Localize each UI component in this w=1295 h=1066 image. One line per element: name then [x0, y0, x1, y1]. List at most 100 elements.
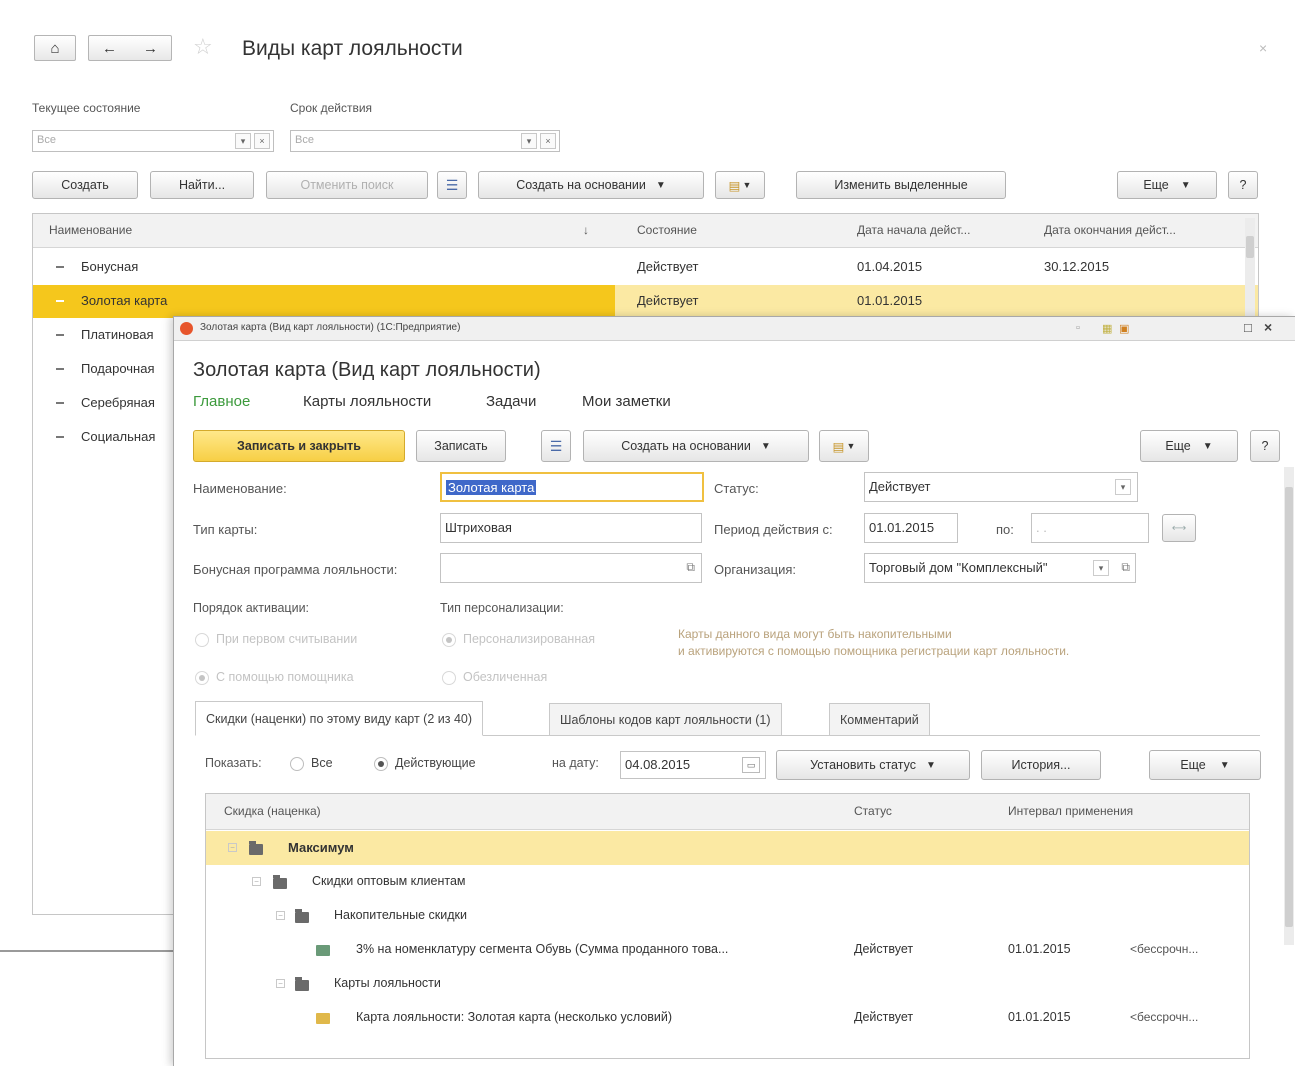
card-type-input[interactable]: Штриховая: [440, 513, 702, 543]
discount-row[interactable]: − Накопительные скидки: [206, 899, 1249, 933]
form-scrollbar[interactable]: [1284, 467, 1294, 945]
row-state: Действует: [637, 293, 699, 308]
column-header-status[interactable]: Статус: [854, 804, 892, 818]
change-selected-button[interactable]: Изменить выделенные: [796, 171, 1006, 199]
collapse-toggle-icon[interactable]: −: [228, 843, 237, 852]
discount-row[interactable]: Карта лояльности: Золотая карта (несколь…: [206, 1001, 1249, 1035]
discount-row[interactable]: − Скидки оптовым клиентам: [206, 865, 1249, 899]
show-active-radio[interactable]: [374, 757, 388, 771]
home-icon: ⌂: [50, 39, 60, 57]
organization-select[interactable]: Торговый дом "Комплексный" ▾ ⧉: [864, 553, 1136, 583]
dropdown-icon[interactable]: ▾: [1115, 479, 1131, 495]
more-button[interactable]: Еще ▼: [1140, 430, 1238, 462]
discounts-more-button[interactable]: Еще ▼: [1149, 750, 1261, 780]
create-based-on-button[interactable]: Создать на основании ▼: [478, 171, 704, 199]
window-titlebar[interactable]: Золотая карта (Вид карт лояльности) (1С:…: [174, 317, 1295, 341]
status-select[interactable]: Действует ▾: [864, 472, 1138, 502]
help-button[interactable]: ?: [1250, 430, 1280, 462]
save-button[interactable]: Записать: [416, 430, 506, 462]
find-button[interactable]: Найти...: [150, 171, 254, 199]
activation-first-read-radio[interactable]: [195, 633, 209, 647]
column-header-discount[interactable]: Скидка (наценка): [224, 804, 321, 818]
open-icon[interactable]: ⧉: [686, 560, 695, 575]
nav-tab-tasks[interactable]: Задачи: [486, 393, 536, 410]
period-to-input[interactable]: . .: [1031, 513, 1149, 543]
create-based-on-button[interactable]: Создать на основании ▼: [583, 430, 809, 462]
help-button[interactable]: ?: [1228, 171, 1258, 199]
column-header-name[interactable]: Наименование: [49, 223, 132, 237]
open-icon[interactable]: ⧉: [1121, 560, 1130, 575]
scroll-thumb[interactable]: [1285, 487, 1293, 927]
collapse-toggle-icon[interactable]: −: [252, 877, 261, 886]
period-filter-combo[interactable]: Все ▾ ×: [290, 130, 560, 152]
set-status-button[interactable]: Установить статус ▼: [776, 750, 970, 780]
personalized-radio[interactable]: [442, 633, 456, 647]
dropdown-icon[interactable]: ▾: [235, 133, 251, 149]
personalized-label: Персонализированная: [463, 632, 595, 646]
nav-tab-main[interactable]: Главное: [193, 393, 250, 410]
tab-code-templates[interactable]: Шаблоны кодов карт лояльности (1): [549, 703, 782, 736]
clear-icon[interactable]: ×: [254, 133, 270, 149]
table-row[interactable]: Бонусная Действует 01.04.2015 30.12.2015: [33, 251, 1258, 284]
period-from-input[interactable]: 01.01.2015: [864, 513, 958, 543]
date-input[interactable]: 04.08.2015 ▭: [620, 751, 766, 779]
activation-wizard-label: С помощью помощника: [216, 670, 354, 684]
table-row-selected[interactable]: Золотая карта Действует 01.01.2015: [33, 285, 1258, 318]
column-header-start[interactable]: Дата начала дейст...: [857, 223, 970, 237]
close-icon[interactable]: ×: [1264, 319, 1272, 335]
dropdown-icon[interactable]: ▾: [521, 133, 537, 149]
nav-tab-loyalty-cards[interactable]: Карты лояльности: [303, 393, 431, 410]
column-header-interval[interactable]: Интервал применения: [1008, 804, 1133, 818]
report-menu-button[interactable]: ▤ ▼: [819, 430, 869, 462]
tab-discounts[interactable]: Скидки (наценки) по этому виду карт (2 и…: [195, 701, 484, 736]
row-end: 30.12.2015: [1044, 259, 1110, 274]
create-button[interactable]: Создать: [32, 171, 138, 199]
collapse-toggle-icon[interactable]: −: [276, 911, 285, 920]
cancel-search-button[interactable]: Отменить поиск: [266, 171, 428, 199]
chevron-down-icon: ▼: [1180, 179, 1191, 191]
forward-arrow-icon[interactable]: →: [143, 40, 158, 57]
item-icon: [56, 334, 64, 336]
discount-name: Максимум: [288, 840, 354, 855]
anonymous-label: Обезличенная: [463, 670, 548, 684]
star-icon[interactable]: ☆: [193, 34, 213, 60]
column-header-end[interactable]: Дата окончания дейст...: [1044, 223, 1176, 237]
show-all-radio[interactable]: [290, 757, 304, 771]
close-icon[interactable]: ×: [1259, 40, 1267, 56]
discount-row[interactable]: − Максимум: [206, 831, 1249, 865]
back-arrow-icon[interactable]: ←: [102, 40, 117, 57]
maximize-icon[interactable]: □: [1244, 320, 1252, 335]
activation-wizard-radio[interactable]: [195, 671, 209, 685]
name-input[interactable]: Золотая карта: [440, 472, 704, 502]
folder-icon: [249, 841, 263, 855]
tab-comment[interactable]: Комментарий: [829, 703, 930, 736]
save-and-close-button[interactable]: Записать и закрыть: [193, 430, 405, 462]
list-settings-button[interactable]: ☰: [541, 430, 571, 462]
row-name: Платиновая: [81, 327, 154, 342]
calendar-icon[interactable]: ▭: [742, 757, 760, 773]
more-button[interactable]: Еще ▼: [1117, 171, 1217, 199]
discount-row[interactable]: − Карты лояльности: [206, 967, 1249, 1001]
card-type-value: Штриховая: [445, 520, 512, 535]
calendar-icon[interactable]: ▣: [1119, 322, 1129, 335]
state-filter-combo[interactable]: Все ▾ ×: [32, 130, 274, 152]
list-settings-button[interactable]: ☰: [437, 171, 467, 199]
date-label: на дату:: [552, 756, 599, 770]
anonymous-radio[interactable]: [442, 671, 456, 685]
report-menu-button[interactable]: ▤ ▼: [715, 171, 765, 199]
pin-icon[interactable]: ▫: [1076, 322, 1080, 334]
discount-name: Накопительные скидки: [334, 908, 467, 922]
home-button[interactable]: ⌂: [34, 35, 76, 61]
scroll-thumb[interactable]: [1246, 236, 1254, 258]
discount-name: 3% на номенклатуру сегмента Обувь (Сумма…: [356, 942, 729, 956]
nav-tab-notes[interactable]: Мои заметки: [582, 393, 671, 410]
calculator-icon[interactable]: ▦: [1102, 322, 1112, 335]
dropdown-icon[interactable]: ▾: [1093, 560, 1109, 576]
column-header-state[interactable]: Состояние: [637, 223, 697, 237]
collapse-toggle-icon[interactable]: −: [276, 979, 285, 988]
bonus-program-input[interactable]: ⧉: [440, 553, 702, 583]
period-select-button[interactable]: ⟷: [1162, 514, 1196, 542]
history-button[interactable]: История...: [981, 750, 1101, 780]
discount-row[interactable]: 3% на номенклатуру сегмента Обувь (Сумма…: [206, 933, 1249, 967]
clear-icon[interactable]: ×: [540, 133, 556, 149]
